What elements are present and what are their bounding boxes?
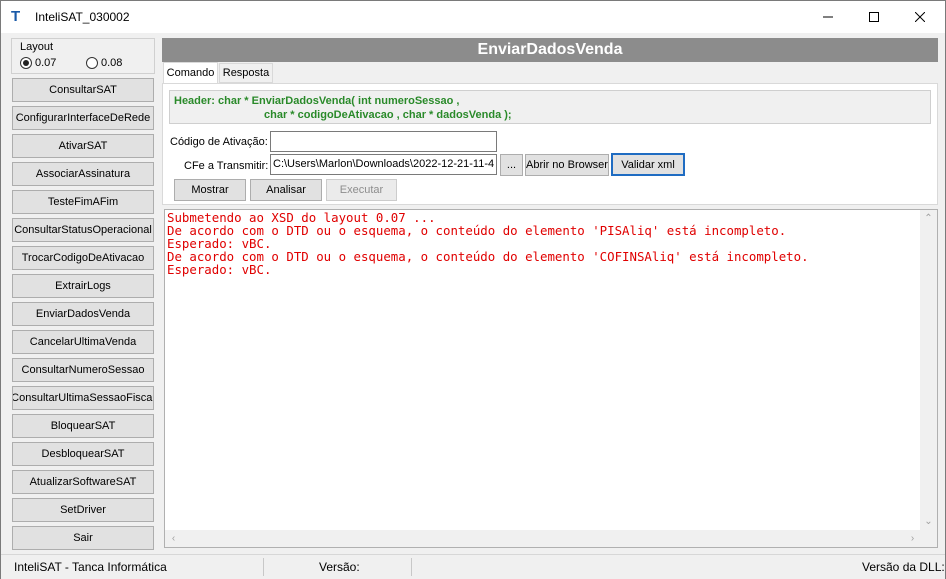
sidebar-button-cancelarultimavenda[interactable]: CancelarUltimaVenda bbox=[12, 330, 154, 354]
left-panel: Layout 0.07 0.08 ConsultarSAT ConfigurarI… bbox=[11, 38, 155, 550]
analisar-button[interactable]: Analisar bbox=[250, 179, 322, 201]
function-header: Header: char * EnviarDadosVenda( int num… bbox=[169, 90, 931, 124]
header-line-2: char * codigoDeAtivacao , char * dadosVe… bbox=[264, 109, 512, 121]
status-divider bbox=[411, 558, 412, 576]
codigo-ativacao-label: Código de Ativação: bbox=[170, 136, 268, 148]
title-bar[interactable]: T InteliSAT_030002 bbox=[1, 1, 945, 33]
sidebar-button-atualizarsoftwaresat[interactable]: AtualizarSoftwareSAT bbox=[12, 470, 154, 494]
status-company: InteliSAT - Tanca Informática bbox=[14, 560, 167, 574]
sidebar-button-extrairlogs[interactable]: ExtrairLogs bbox=[12, 274, 154, 298]
close-button[interactable] bbox=[897, 1, 943, 33]
radio-selected-icon bbox=[20, 57, 32, 69]
status-divider bbox=[263, 558, 264, 576]
page-title: EnviarDadosVenda bbox=[162, 38, 938, 62]
maximize-button[interactable] bbox=[851, 1, 897, 33]
executar-button[interactable]: Executar bbox=[326, 179, 397, 201]
sidebar-button-consultarultimasessaofiscal[interactable]: ConsultarUltimaSessaoFiscal bbox=[12, 386, 154, 410]
maximize-icon bbox=[869, 12, 879, 22]
status-bar: InteliSAT - Tanca Informática Versão: Ve… bbox=[1, 554, 945, 579]
sidebar-button-consultarstatusoperacional[interactable]: ConsultarStatusOperacional bbox=[12, 218, 154, 242]
sidebar-button-consultarsat[interactable]: ConsultarSAT bbox=[12, 78, 154, 102]
radio-unselected-icon bbox=[86, 57, 98, 69]
sidebar-button-enviardadosvenda[interactable]: EnviarDadosVenda bbox=[12, 302, 154, 326]
main-window: T InteliSAT_030002 Layout 0.07 0.08 Cons… bbox=[0, 0, 946, 579]
vertical-scrollbar[interactable]: ⌃ ⌄ bbox=[920, 210, 937, 530]
minimize-button[interactable] bbox=[805, 1, 851, 33]
tab-comando[interactable]: Comando bbox=[163, 62, 218, 83]
minimize-icon bbox=[823, 16, 833, 18]
header-line-1: Header: char * EnviarDadosVenda( int num… bbox=[174, 95, 460, 107]
horizontal-scrollbar[interactable]: ‹ › bbox=[165, 530, 921, 547]
output-line: De acordo com o DTD ou o esquema, o cont… bbox=[167, 249, 809, 264]
scroll-down-icon[interactable]: ⌄ bbox=[920, 513, 937, 530]
sidebar-button-ativarsat[interactable]: AtivarSAT bbox=[12, 134, 154, 158]
sidebar-button-setdriver[interactable]: SetDriver bbox=[12, 498, 154, 522]
sidebar-button-testefimafim[interactable]: TesteFimAFim bbox=[12, 190, 154, 214]
cfe-label: CFe a Transmitir: bbox=[184, 160, 269, 172]
output-text: Submetendo ao XSD do layout 0.07 ... De a… bbox=[167, 211, 915, 276]
comando-panel: Header: char * EnviarDadosVenda( int num… bbox=[162, 83, 938, 205]
mostrar-button[interactable]: Mostrar bbox=[174, 179, 246, 201]
window-title: InteliSAT_030002 bbox=[35, 10, 130, 24]
codigo-ativacao-field[interactable] bbox=[270, 131, 497, 152]
radio-label: 0.07 bbox=[35, 57, 57, 69]
layout-group: Layout 0.07 0.08 bbox=[11, 38, 155, 74]
abrir-browser-button[interactable]: Abrir no Browser bbox=[525, 154, 609, 176]
status-versao-dll: Versão da DLL: bbox=[862, 560, 945, 574]
intelisat-logo-icon: T bbox=[11, 8, 21, 25]
radio-label: 0.08 bbox=[101, 57, 123, 69]
output-line: Esperado: vBC. bbox=[167, 262, 272, 277]
output-line: De acordo com o DTD ou o esquema, o cont… bbox=[167, 223, 787, 238]
sidebar-button-configurarinterfacederede[interactable]: ConfigurarInterfaceDeRede bbox=[12, 106, 154, 130]
validar-xml-button[interactable]: Validar xml bbox=[611, 153, 685, 176]
layout-label: Layout bbox=[20, 41, 54, 53]
sidebar-button-associarassinatura[interactable]: AssociarAssinatura bbox=[12, 162, 154, 186]
layout-radio-007[interactable]: 0.07 bbox=[20, 57, 56, 69]
output-area[interactable]: Submetendo ao XSD do layout 0.07 ... De a… bbox=[164, 209, 938, 548]
close-icon bbox=[915, 12, 925, 22]
sidebar-button-sair[interactable]: Sair bbox=[12, 526, 154, 550]
layout-radio-008[interactable]: 0.08 bbox=[86, 57, 122, 69]
browse-button[interactable]: ... bbox=[500, 154, 523, 176]
sidebar-button-trocarcodigodeativacao[interactable]: TrocarCodigoDeAtivacao bbox=[12, 246, 154, 270]
sidebar-button-bloquearsat[interactable]: BloquearSAT bbox=[12, 414, 154, 438]
scroll-right-icon[interactable]: › bbox=[904, 530, 921, 547]
scroll-left-icon[interactable]: ‹ bbox=[165, 530, 182, 547]
status-versao: Versão: bbox=[319, 560, 360, 574]
sidebar-button-desbloquearsat[interactable]: DesbloquearSAT bbox=[12, 442, 154, 466]
cfe-path-field[interactable]: C:\Users\Marlon\Downloads\2022-12-21-11-… bbox=[270, 154, 497, 175]
sidebar-button-consultarnumerosessao[interactable]: ConsultarNumeroSessao bbox=[12, 358, 154, 382]
scroll-up-icon[interactable]: ⌃ bbox=[920, 210, 937, 227]
tab-resposta[interactable]: Resposta bbox=[219, 63, 273, 83]
scrollbar-corner bbox=[920, 530, 937, 547]
